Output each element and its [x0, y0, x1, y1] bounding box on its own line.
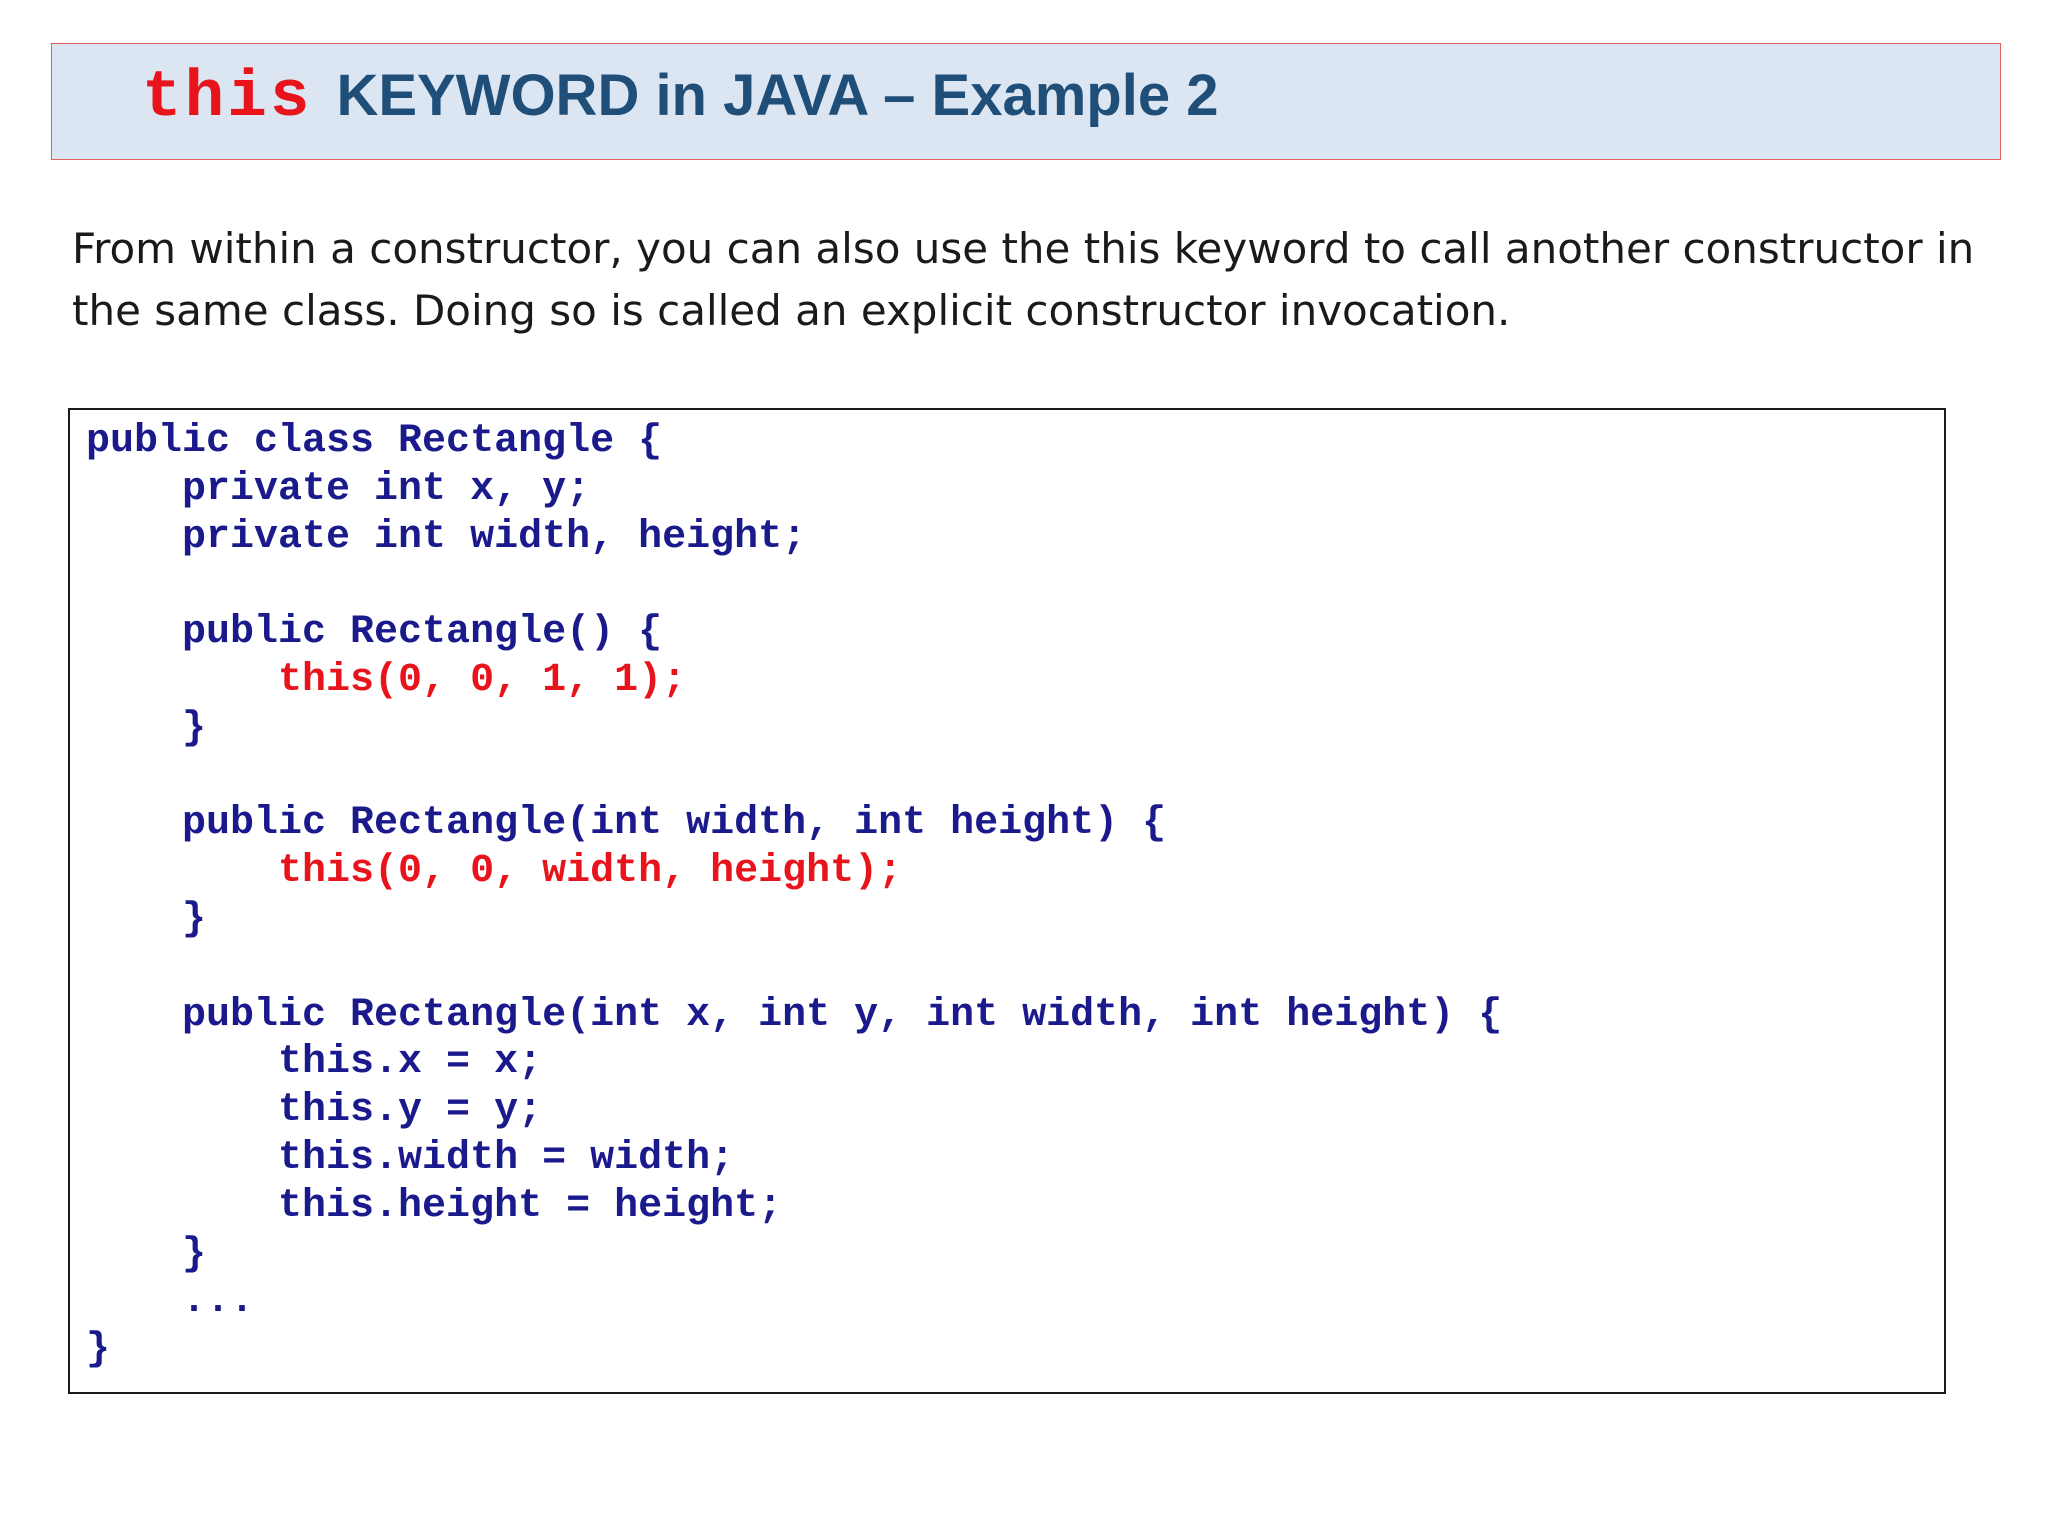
- code-line: this.y = y;: [86, 1088, 543, 1134]
- code-line: }: [86, 1231, 207, 1277]
- code-line: public Rectangle(int width, int height) …: [86, 801, 1167, 847]
- intro-line: the same class. Doing so is called an ex…: [72, 286, 1511, 335]
- code-line: private int x, y;: [86, 466, 591, 512]
- title-keyword: this: [142, 60, 313, 135]
- intro-paragraph: From within a constructor, you can also …: [72, 218, 1992, 342]
- code-line: this.height = height;: [86, 1183, 783, 1229]
- code-line: public class Rectangle {: [86, 419, 663, 464]
- intro-line: From within a constructor, you can also …: [72, 224, 1975, 273]
- code-line-this-call: this(0, 0, 1, 1);: [86, 657, 687, 703]
- code-line-this-call: this(0, 0, width, height);: [86, 849, 903, 895]
- code-line: ...: [86, 1279, 255, 1325]
- code-line: this.x = x;: [86, 1040, 543, 1086]
- code-line: }: [86, 705, 207, 751]
- code-line: }: [86, 1327, 111, 1373]
- code-line: }: [86, 896, 207, 942]
- code-line: public Rectangle(int x, int y, int width…: [86, 992, 1503, 1038]
- code-line: this.width = width;: [86, 1135, 735, 1181]
- code-line: public Rectangle() {: [86, 610, 663, 656]
- slide-title: this KEYWORD in JAVA – Example 2: [142, 60, 1218, 140]
- code-block: public class Rectangle { private int x, …: [86, 418, 1502, 1374]
- title-text: KEYWORD in JAVA – Example 2: [336, 63, 1219, 128]
- code-line: private int width, height;: [86, 514, 807, 560]
